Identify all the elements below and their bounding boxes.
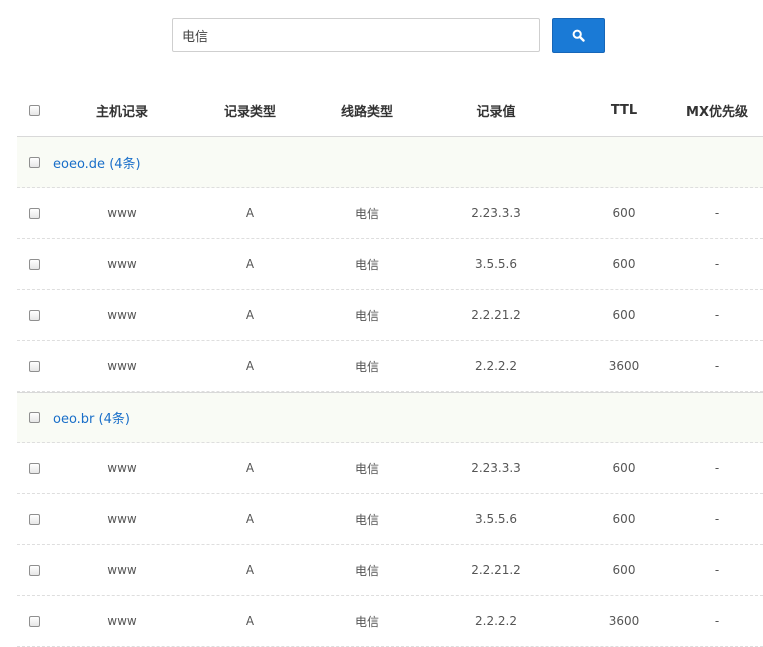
cell-record-type: A [245, 563, 255, 577]
cell-host: www [107, 257, 137, 271]
table-row[interactable]: www A 电信 2.2.21.2 600- [17, 545, 763, 596]
cell-host: www [107, 308, 137, 322]
cell-mx-priority: - [714, 359, 720, 373]
cell-host: www [107, 359, 137, 373]
cell-host: www [107, 512, 137, 526]
header-mx-priority[interactable]: MX优先级 [662, 85, 763, 136]
table-row[interactable]: www A 电信 2.2.2.2 3600- [17, 596, 763, 647]
cell-record-value: 3.5.5.6 [475, 512, 517, 526]
cell-mx-priority: - [714, 512, 720, 526]
cell-line-type: 电信 [354, 308, 379, 323]
cell-record-type: A [245, 257, 255, 271]
cell-record-value: 3.5.5.6 [475, 257, 517, 271]
table-row[interactable]: www A 电信 3.5.5.6 600- [17, 239, 763, 290]
cell-record-value: 2.23.3.3 [471, 206, 521, 220]
header-line-type[interactable]: 线路类型 [312, 85, 422, 136]
table-row[interactable]: www A 电信 2.23.3.3 600- [17, 443, 763, 494]
search-icon [572, 29, 585, 42]
search-input[interactable] [172, 18, 540, 52]
header-host[interactable]: 主机记录 [67, 85, 177, 136]
table-row[interactable]: www A 电信 2.2.2.2 3600- [17, 341, 763, 392]
cell-host: www [107, 563, 137, 577]
search-button[interactable] [552, 18, 605, 53]
row-checkbox[interactable] [29, 462, 40, 474]
cell-record-type: A [245, 512, 255, 526]
row-checkbox[interactable] [29, 360, 40, 372]
cell-record-value: 2.2.21.2 [471, 563, 521, 577]
row-checkbox[interactable] [29, 207, 40, 219]
cell-line-type: 电信 [354, 461, 379, 476]
row-checkbox[interactable] [29, 615, 40, 627]
cell-record-type: A [245, 359, 255, 373]
cell-record-value: 2.23.3.3 [471, 461, 521, 475]
row-checkbox[interactable] [29, 309, 40, 321]
cell-mx-priority: - [714, 461, 720, 475]
cell-line-type: 电信 [354, 257, 379, 272]
dns-record-table: 主机记录 记录类型 线路类型 记录值 TTL MX优先级 eoeo.de (4条… [17, 85, 763, 647]
cell-mx-priority: - [714, 257, 720, 271]
cell-record-value: 2.2.21.2 [471, 308, 521, 322]
select-all-checkbox[interactable] [29, 105, 40, 116]
cell-line-type: 电信 [354, 512, 379, 527]
group-checkbox[interactable] [29, 156, 40, 168]
table-row[interactable]: www A 电信 3.5.5.6 600- [17, 494, 763, 545]
cell-record-type: A [245, 206, 255, 220]
domain-group-title[interactable]: eoeo.de (4条) [53, 137, 141, 187]
cell-line-type: 电信 [354, 206, 379, 221]
cell-record-type: A [245, 308, 255, 322]
domain-group-title[interactable]: oeo.br (4条) [53, 393, 130, 442]
cell-mx-priority: - [714, 563, 720, 577]
row-checkbox[interactable] [29, 513, 40, 525]
cell-line-type: 电信 [354, 359, 379, 374]
table-row[interactable]: www A 电信 2.23.3.3 600- [17, 188, 763, 239]
cell-record-value: 2.2.2.2 [475, 359, 517, 373]
row-checkbox[interactable] [29, 564, 40, 576]
cell-host: www [107, 206, 137, 220]
cell-record-type: A [245, 461, 255, 475]
domain-group-row: oeo.br (4条) [17, 392, 763, 443]
table-header: 主机记录 记录类型 线路类型 记录值 TTL MX优先级 [17, 85, 763, 137]
cell-mx-priority: - [714, 308, 720, 322]
table-row[interactable]: www A 电信 2.2.21.2 600- [17, 290, 763, 341]
header-record-type[interactable]: 记录类型 [195, 85, 305, 136]
cell-line-type: 电信 [354, 563, 379, 578]
header-record-value[interactable]: 记录值 [441, 85, 551, 136]
group-checkbox[interactable] [29, 412, 40, 423]
row-checkbox[interactable] [29, 258, 40, 270]
cell-mx-priority: - [714, 206, 720, 220]
cell-host: www [107, 461, 137, 475]
domain-group-row: eoeo.de (4条) [17, 137, 763, 188]
